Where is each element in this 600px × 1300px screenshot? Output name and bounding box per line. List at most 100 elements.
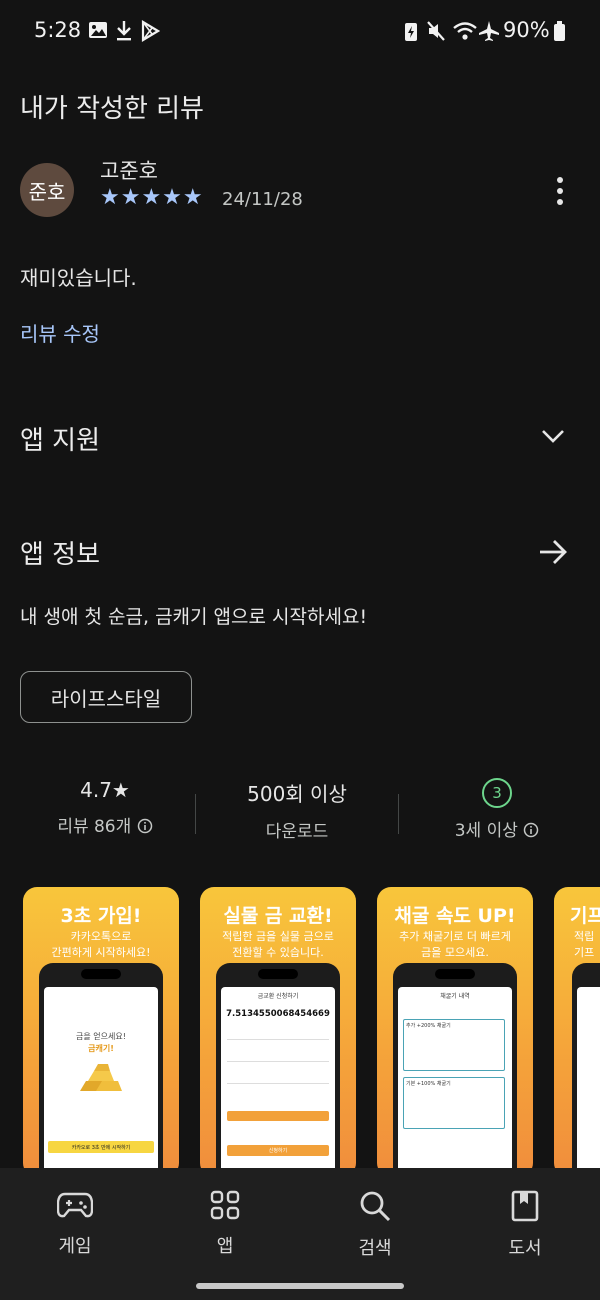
book-icon	[511, 1190, 539, 1222]
play-store-icon	[141, 20, 160, 42]
more-options-icon[interactable]	[550, 176, 570, 206]
nav-label: 게임	[58, 1236, 92, 1257]
download-icon	[117, 21, 131, 41]
battery-saver-icon	[405, 23, 417, 41]
stats-divider	[195, 794, 196, 834]
screenshot-title: 기프	[570, 905, 600, 927]
app-info-title: 앱 정보	[20, 540, 101, 570]
app-description: 내 생애 첫 순금, 금캐기 앱으로 시작하세요!	[20, 606, 368, 628]
review-count: 리뷰 86개	[57, 817, 132, 837]
nav-label: 앱	[216, 1236, 234, 1257]
screen-card-title: 추가 +200% 채굴기	[406, 1023, 451, 1029]
info-icon	[137, 818, 152, 834]
status-time: 5:28	[34, 18, 82, 42]
phone-screen: 채굴기 내역 추가 +200% 채굴기 기본 +100% 채굴기	[398, 987, 512, 1177]
screen-button: 신청하기	[227, 1145, 329, 1156]
rating-stat[interactable]: 4.7★ 리뷰 86개	[20, 778, 190, 837]
screenshot-subtitle-line: 금을 모으세요.	[421, 946, 489, 959]
screen-header: 채굴기 내역	[440, 993, 470, 1000]
age-rating-row: 3세 이상	[412, 816, 582, 841]
review-count-row: 리뷰 86개	[20, 812, 190, 837]
screenshot-subtitle-line: 추가 채굴기로 더 빠르게	[399, 930, 511, 943]
mute-icon	[427, 21, 445, 41]
screenshot-subtitle-line: 기프	[574, 946, 595, 959]
app-support-row[interactable]: 앱 지원	[0, 410, 600, 466]
screen-text: 금캐기!	[88, 1044, 114, 1053]
screenshot-title: 실물 금 교환!	[223, 905, 333, 927]
phone-screen: 금을 얻으세요! 금캐기! 카카오로 3초 만에 시작하기	[44, 987, 158, 1177]
my-review-heading: 내가 작성한 리뷰	[20, 94, 204, 124]
nav-label: 검색	[358, 1238, 392, 1259]
downloads-label: 다운로드	[265, 822, 329, 842]
screenshot-subtitle-line: 간편하게 시작하세요!	[51, 946, 151, 959]
review-text: 재미있습니다.	[20, 266, 137, 290]
screenshot-subtitle-line: 전환할 수 있습니다.	[232, 946, 324, 959]
screenshot-title: 채굴 속도 UP!	[394, 905, 516, 927]
gold-bars-icon	[80, 1064, 122, 1091]
search-icon	[360, 1191, 391, 1222]
screen-value: 7.5134550068454669	[226, 1009, 330, 1019]
screen-card-title: 기본 +100% 채굴기	[406, 1081, 451, 1087]
screenshot-subtitle-line: 적립한 금을 실물 금으로	[222, 930, 334, 943]
age-rating-stat[interactable]: 3 3세 이상	[412, 778, 582, 841]
bottom-navigation: 게임 앱 검색 도서	[0, 1168, 600, 1300]
screen-divider	[227, 1061, 329, 1062]
category-chip[interactable]: 라이프스타일	[20, 671, 192, 723]
screenshot-1[interactable]: 3초 가입! 카카오톡으로 간편하게 시작하세요! 금을 얻으세요! 금캐기! …	[23, 887, 179, 1177]
phone-screen: 금교환 신청하기 7.5134550068454669 신청하기	[221, 987, 335, 1177]
downloads-value: 500회 이상	[247, 782, 347, 806]
screenshot-3[interactable]: 채굴 속도 UP! 추가 채굴기로 더 빠르게 금을 모으세요. 채굴기 내역 …	[377, 887, 533, 1177]
chevron-down-icon	[542, 430, 564, 443]
phone-notch	[258, 969, 298, 979]
screenshot-subtitle-line: 카카오톡으로	[70, 930, 132, 943]
screenshot-4[interactable]: 기프 적립 기프	[554, 887, 600, 1177]
edit-review-link[interactable]: 리뷰 수정	[20, 318, 100, 347]
screen-divider	[227, 1039, 329, 1040]
screen-button: 카카오로 3초 만에 시작하기	[48, 1141, 154, 1153]
apps-grid-icon	[210, 1190, 240, 1220]
avatar: 준호	[20, 163, 74, 217]
stats-divider	[398, 794, 399, 834]
nav-books[interactable]: 도서	[465, 1190, 585, 1260]
rating-value: 4.7★	[80, 778, 130, 802]
nav-label: 도서	[508, 1238, 542, 1259]
phone-notch	[81, 969, 121, 979]
nav-games[interactable]: 게임	[15, 1190, 135, 1258]
screen-card: 추가 +200% 채굴기	[403, 1019, 505, 1071]
gamepad-icon	[56, 1192, 94, 1218]
battery-icon	[554, 21, 565, 41]
downloads-stat: 500회 이상 다운로드	[212, 778, 382, 842]
screenshot-subtitle: 추가 채굴기로 더 빠르게 금을 모으세요.	[377, 929, 533, 961]
screenshot-title: 3초 가입!	[60, 905, 142, 927]
phone-screen	[577, 987, 600, 1177]
review-date: 24/11/28	[222, 189, 303, 210]
age-rating-badge: 3	[482, 778, 512, 808]
phone-notch	[435, 969, 475, 979]
screenshot-subtitle: 적립한 금을 실물 금으로 전환할 수 있습니다.	[200, 929, 356, 961]
screenshot-subtitle: 적립 기프	[574, 929, 600, 961]
screen-bar	[227, 1111, 329, 1121]
phone-mockup: 금을 얻으세요! 금캐기! 카카오로 3초 만에 시작하기	[39, 963, 163, 1177]
app-info-row[interactable]: 앱 정보	[0, 524, 600, 580]
arrow-right-icon	[540, 540, 567, 564]
status-bar: 5:28 90%	[0, 0, 600, 62]
airplane-icon	[479, 21, 499, 41]
screen-text: 금을 얻으세요!	[76, 1032, 126, 1041]
phone-mockup: 금교환 신청하기 7.5134550068454669 신청하기	[216, 963, 340, 1177]
battery-percent: 90%	[503, 18, 550, 42]
screen-divider	[227, 1083, 329, 1084]
screen-header: 금교환 신청하기	[257, 993, 299, 1000]
wifi-icon	[453, 22, 477, 40]
phone-mockup	[572, 963, 600, 1177]
app-support-title: 앱 지원	[20, 426, 101, 456]
nav-apps[interactable]: 앱	[165, 1190, 285, 1258]
screen-card: 기본 +100% 채굴기	[403, 1077, 505, 1129]
review-author: 고준호	[100, 159, 158, 183]
stats-row: 4.7★ 리뷰 86개 500회 이상 다운로드 3 3세 이상	[0, 778, 600, 848]
screenshot-2[interactable]: 실물 금 교환! 적립한 금을 실물 금으로 전환할 수 있습니다. 금교환 신…	[200, 887, 356, 1177]
image-icon	[89, 22, 107, 38]
nav-search[interactable]: 검색	[315, 1190, 435, 1260]
home-indicator	[196, 1283, 404, 1289]
review-stars: ★★★★★	[100, 185, 204, 210]
info-icon	[524, 822, 539, 838]
